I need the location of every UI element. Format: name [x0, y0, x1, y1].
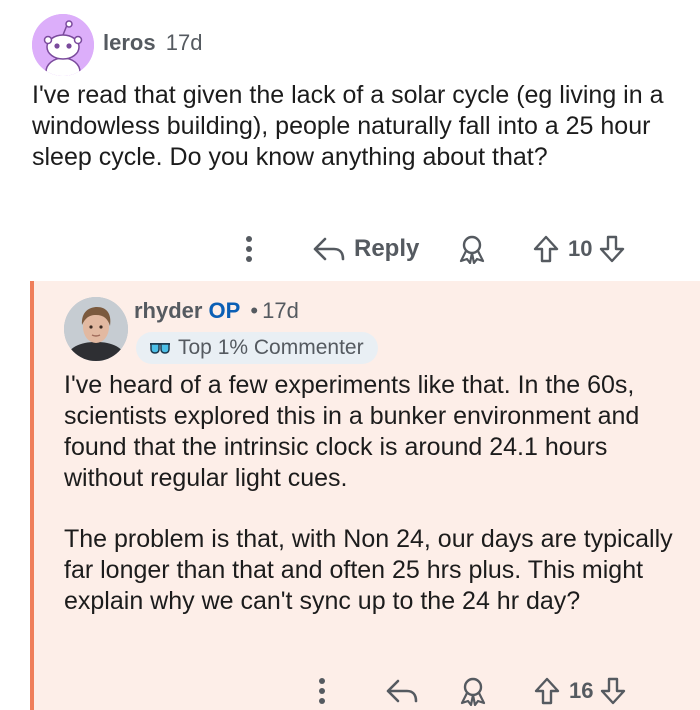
comment-paragraph: The problem is that, with Non 24, our da… [64, 525, 673, 615]
upvote-button[interactable] [533, 676, 561, 706]
upvote-arrow-icon [534, 677, 560, 705]
reply-button[interactable]: Reply [312, 230, 419, 268]
username[interactable]: leros [103, 30, 156, 55]
downvote-arrow-icon [600, 235, 625, 263]
downvote-arrow-icon [601, 677, 626, 705]
vote-control: 16 [533, 673, 627, 709]
sunglasses-icon [150, 343, 170, 354]
reply-label: Reply [354, 235, 420, 262]
comment-timestamp: 17d [165, 30, 203, 55]
comment-paragraph: I've heard of a few experiments like tha… [64, 371, 640, 492]
more-vertical-icon [246, 236, 252, 262]
downvote-button[interactable] [599, 676, 627, 706]
separator-dot: • [250, 298, 259, 323]
award-button[interactable] [454, 232, 490, 266]
reply-button[interactable] [384, 675, 420, 707]
more-vertical-icon [319, 678, 325, 704]
comment-body: I've heard of a few experiments like tha… [64, 370, 684, 647]
reply-arrow-icon [313, 237, 345, 261]
comment-body: I've read that given the lack of a solar… [32, 81, 664, 171]
comment-timestamp: 17d [262, 298, 299, 323]
upvote-arrow-icon [533, 235, 559, 263]
avatar[interactable] [64, 297, 128, 361]
vote-control: 10 [532, 230, 626, 268]
op-label: OP [208, 298, 241, 323]
avatar[interactable] [32, 14, 94, 76]
downvote-button[interactable] [598, 234, 626, 264]
badge-label: Top 1% Commenter [178, 336, 364, 359]
snoo-avatar-icon [32, 14, 94, 76]
reply-arrow-icon [386, 679, 418, 703]
comment-author: rhyder OP • 17d [134, 298, 299, 324]
award-icon [459, 235, 485, 264]
username[interactable]: rhyder [134, 298, 202, 323]
vote-count: 10 [568, 236, 593, 261]
award-icon [460, 677, 486, 706]
vote-count: 16 [569, 678, 594, 703]
user-photo-avatar [64, 297, 128, 361]
upvote-button[interactable] [532, 234, 560, 264]
top-commenter-badge: Top 1% Commenter [136, 332, 378, 364]
award-button[interactable] [455, 674, 491, 708]
more-options-button[interactable] [311, 674, 333, 708]
comment-author: leros 17d [103, 30, 202, 56]
more-options-button[interactable] [238, 232, 260, 266]
